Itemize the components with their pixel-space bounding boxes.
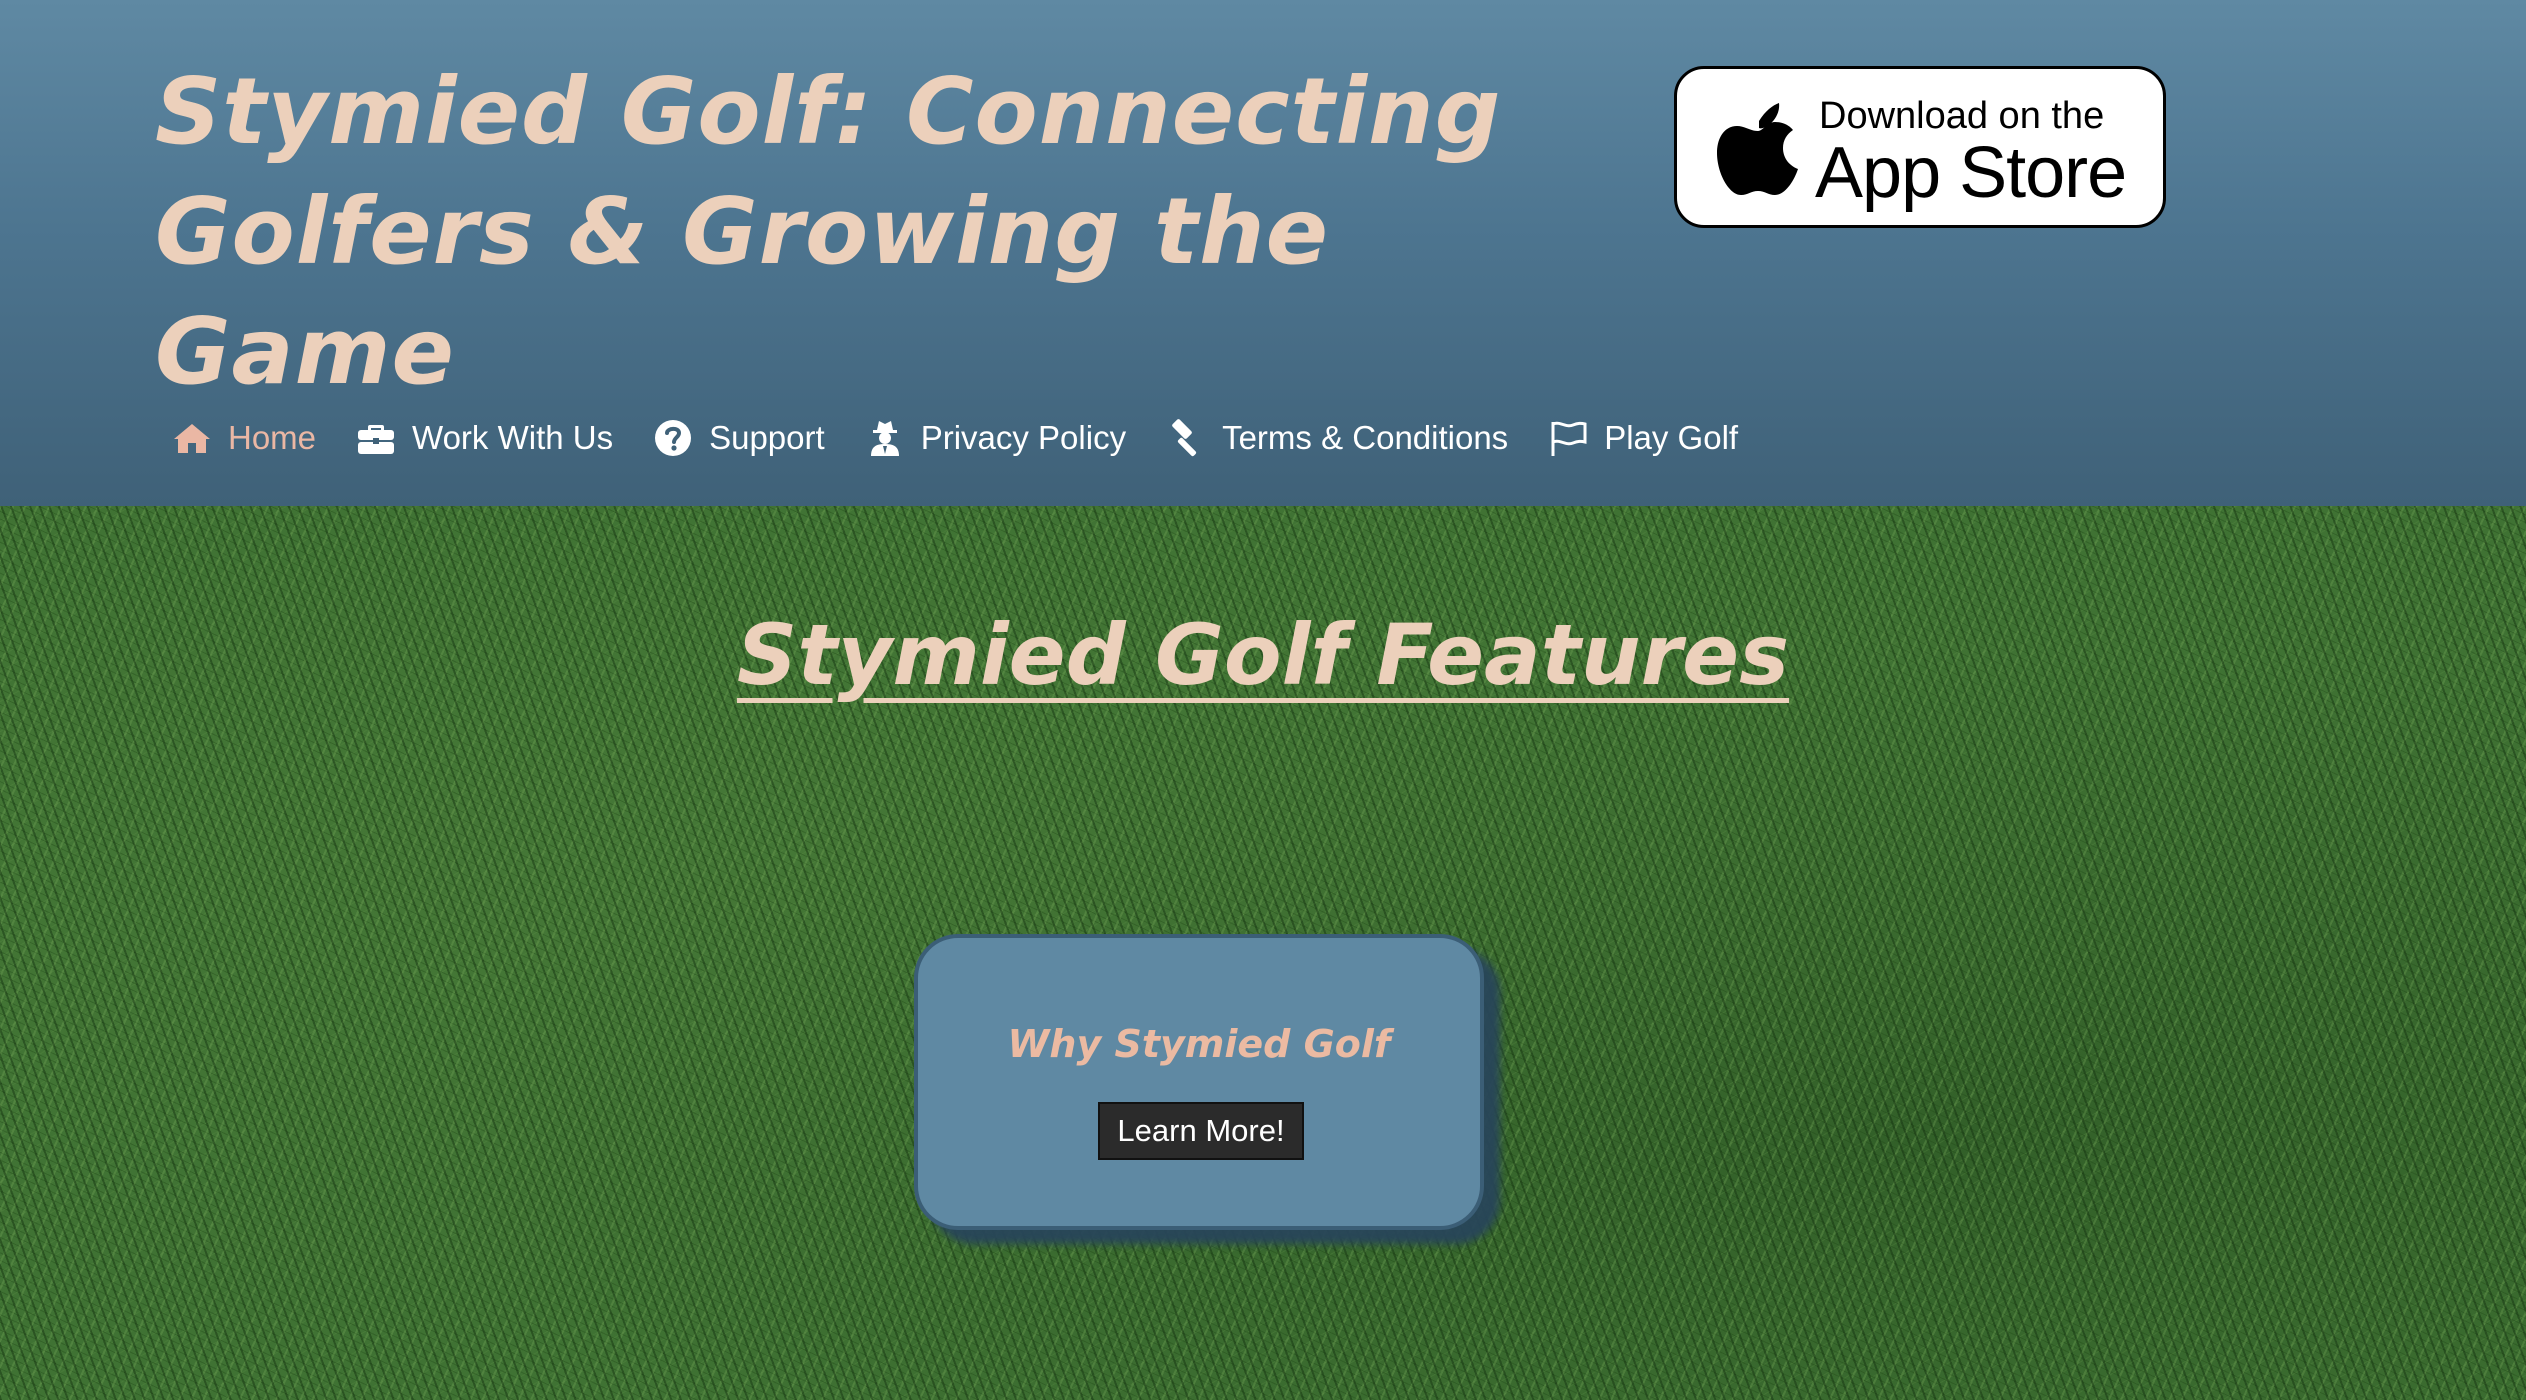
site-title-line-1: Stymied Golf: Connecting — [155, 58, 1502, 165]
user-secret-icon — [865, 418, 905, 458]
app-store-download-button[interactable]: Download on the App Store — [1674, 66, 2166, 228]
gavel-icon — [1166, 418, 1206, 458]
nav-item-label: Work With Us — [412, 419, 614, 456]
nav-item-label: Support — [709, 419, 825, 456]
nav-item-label: Play Golf — [1604, 419, 1739, 456]
flag-icon — [1548, 418, 1588, 458]
nav-item-home[interactable]: Home — [172, 418, 316, 458]
nav-item-play-golf[interactable]: Play Golf — [1548, 418, 1738, 458]
apple-logo-icon — [1715, 95, 1801, 199]
nav-item-label: Home — [228, 419, 317, 456]
site-title-line-2: Golfers & Growing the Game — [155, 178, 1329, 405]
nav-item-label: Terms & Conditions — [1222, 419, 1509, 456]
nav-item-privacy-policy[interactable]: Privacy Policy — [865, 418, 1126, 458]
site-header: Stymied Golf: Connecting Golfers & Growi… — [0, 0, 2526, 506]
features-heading: Stymied Golf Features — [736, 606, 1790, 704]
briefcase-icon — [356, 418, 396, 458]
nav-item-support[interactable]: Support — [653, 418, 825, 458]
card-title: Why Stymied Golf — [1007, 1022, 1391, 1066]
nav-item-work-with-us[interactable]: Work With Us — [356, 418, 613, 458]
question-circle-icon — [653, 418, 693, 458]
nav-item-label: Privacy Policy — [920, 419, 1127, 456]
app-store-big-text: App Store — [1815, 133, 2127, 213]
why-stymied-golf-card: Why Stymied Golf Learn More! — [914, 934, 1484, 1230]
home-icon — [172, 418, 212, 458]
nav-item-terms-conditions[interactable]: Terms & Conditions — [1166, 418, 1508, 458]
learn-more-button[interactable]: Learn More! — [1098, 1102, 1304, 1160]
main-navigation: Home Work With Us Support Privacy Policy… — [172, 408, 1778, 468]
site-title: Stymied Golf: Connecting Golfers & Growi… — [155, 52, 1515, 412]
